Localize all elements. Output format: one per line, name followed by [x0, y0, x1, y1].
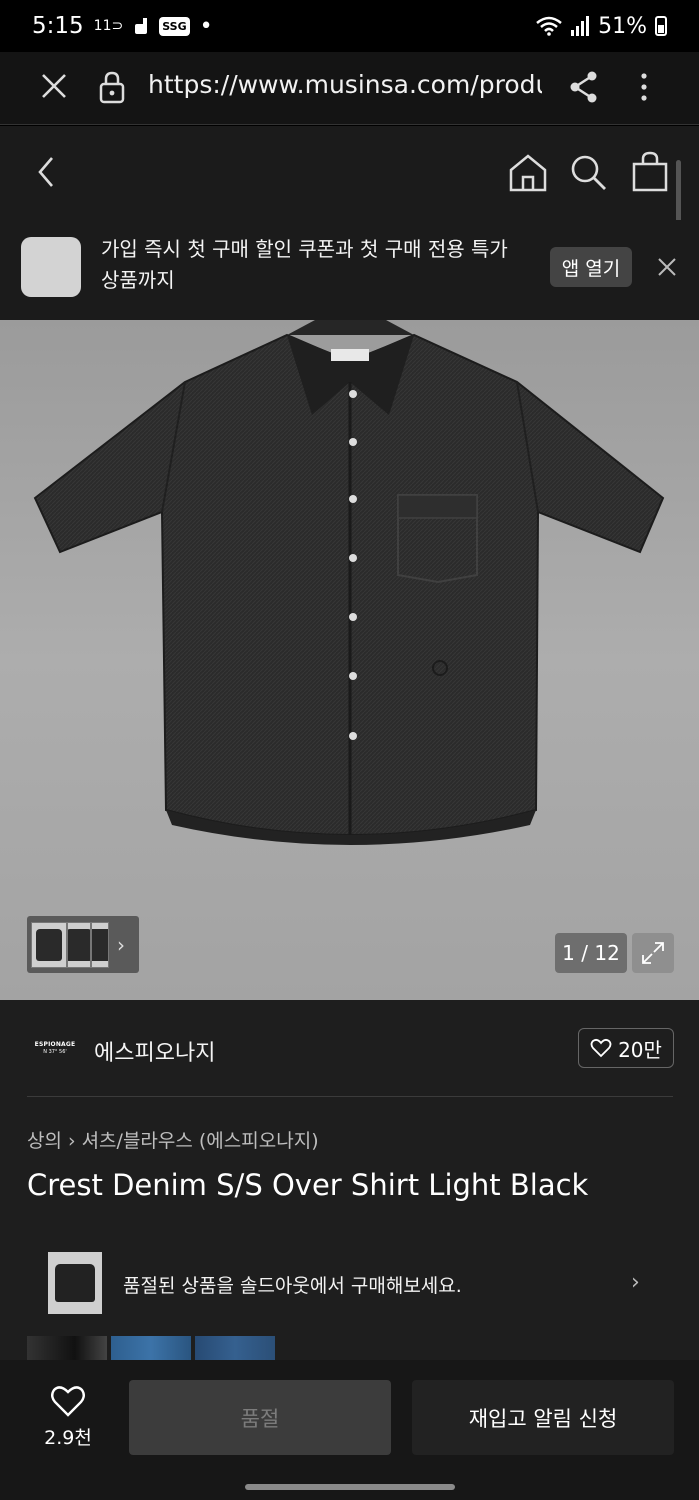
soldout-banner-text: 품절된 상품을 솔드아웃에서 구매해보세요.	[123, 1275, 462, 1297]
image-page-counter: 1 / 12	[555, 933, 627, 973]
soldout-button[interactable]: 품절	[129, 1380, 391, 1455]
app-icon	[21, 237, 81, 297]
breadcrumb: 상의 › 셔츠/블라우스 (에스피오나지)	[27, 1126, 319, 1153]
status-time: 5:15	[32, 13, 84, 39]
thumbnail-strip[interactable]: ›	[27, 916, 139, 973]
carrier-badge: 11⊃	[93, 18, 124, 34]
open-app-button[interactable]: 앱 열기	[550, 247, 632, 287]
app-download-banner: 가입 즉시 첫 구매 할인 쿠폰과 첫 구매 전용 특가 상품까지 앱 열기	[0, 220, 699, 320]
breadcrumb-separator: ›	[67, 1130, 76, 1152]
thumbnail[interactable]	[91, 921, 109, 968]
soldout-market-banner[interactable]: 품절된 상품을 솔드아웃에서 구매해보세요. ›	[27, 1244, 673, 1324]
banner-text: 가입 즉시 첫 구매 할인 쿠폰과 첫 구매 전용 특가 상품까지	[101, 237, 508, 292]
related-product-thumbnail[interactable]	[27, 1336, 107, 1360]
related-product-thumbnail[interactable]	[111, 1336, 191, 1360]
back-icon[interactable]	[32, 154, 60, 190]
chevron-right-icon: ›	[631, 1270, 640, 1295]
expand-button[interactable]	[632, 933, 674, 973]
battery-percent: 51%	[598, 13, 647, 39]
related-products-peek	[27, 1336, 287, 1360]
thumbnail[interactable]	[67, 921, 91, 968]
divider	[27, 1096, 673, 1097]
ssg-badge: SSG	[159, 16, 190, 36]
product-title: Crest Denim S/S Over Shirt Light Black	[27, 1168, 589, 1202]
chevron-right-icon[interactable]: ›	[117, 933, 125, 957]
page-header	[0, 126, 699, 220]
url-text[interactable]: https://www.musinsa.com/produ	[148, 70, 542, 99]
wifi-icon	[536, 16, 562, 36]
bottom-action-bar: 2.9천 품절 재입고 알림 신청	[0, 1360, 699, 1500]
heart-icon	[590, 1038, 612, 1058]
close-icon[interactable]	[656, 256, 678, 278]
browser-url-bar: https://www.musinsa.com/produ	[0, 52, 699, 125]
status-dot: •	[199, 13, 213, 39]
notification-icon	[135, 18, 148, 34]
restock-alert-button[interactable]: 재입고 알림 신청	[412, 1380, 674, 1455]
home-indicator[interactable]	[245, 1484, 455, 1490]
shopping-bag-icon[interactable]	[630, 150, 670, 192]
thumbnail[interactable]	[31, 921, 67, 968]
related-product-thumbnail[interactable]	[195, 1336, 275, 1360]
brand-like-button[interactable]: 20만	[578, 1028, 674, 1068]
wish-count: 2.9천	[44, 1427, 92, 1449]
brand-like-count: 20만	[618, 1037, 662, 1062]
status-bar: 5:15 11⊃ SSG • 51%	[0, 0, 699, 52]
share-icon[interactable]	[568, 70, 600, 104]
search-icon[interactable]	[568, 152, 608, 192]
heart-icon[interactable]	[50, 1384, 86, 1418]
battery-icon	[655, 16, 667, 36]
soldout-thumbnail	[48, 1252, 102, 1314]
signal-icon	[571, 16, 590, 36]
close-icon[interactable]	[38, 70, 70, 102]
product-shirt-image	[33, 320, 665, 845]
brand-name[interactable]: 에스피오나지	[94, 1035, 215, 1067]
breadcrumb-category[interactable]: 상의	[27, 1130, 62, 1152]
breadcrumb-subcategory[interactable]: 셔츠/블라우스 (에스피오나지)	[82, 1130, 319, 1152]
product-image-gallery[interactable]: › 1 / 12	[0, 320, 699, 1000]
more-vert-icon[interactable]	[632, 70, 656, 104]
product-info: ESPIONAGE N 37° 56' 에스피오나지 20만 상의 › 셔츠/블라우…	[0, 1000, 699, 1380]
expand-icon	[642, 942, 664, 964]
brand-logo[interactable]: ESPIONAGE N 37° 56'	[30, 1041, 80, 1057]
lock-icon[interactable]	[98, 70, 126, 104]
home-icon[interactable]	[507, 152, 549, 194]
brand-row: ESPIONAGE N 37° 56' 에스피오나지 20만	[0, 1024, 699, 1076]
